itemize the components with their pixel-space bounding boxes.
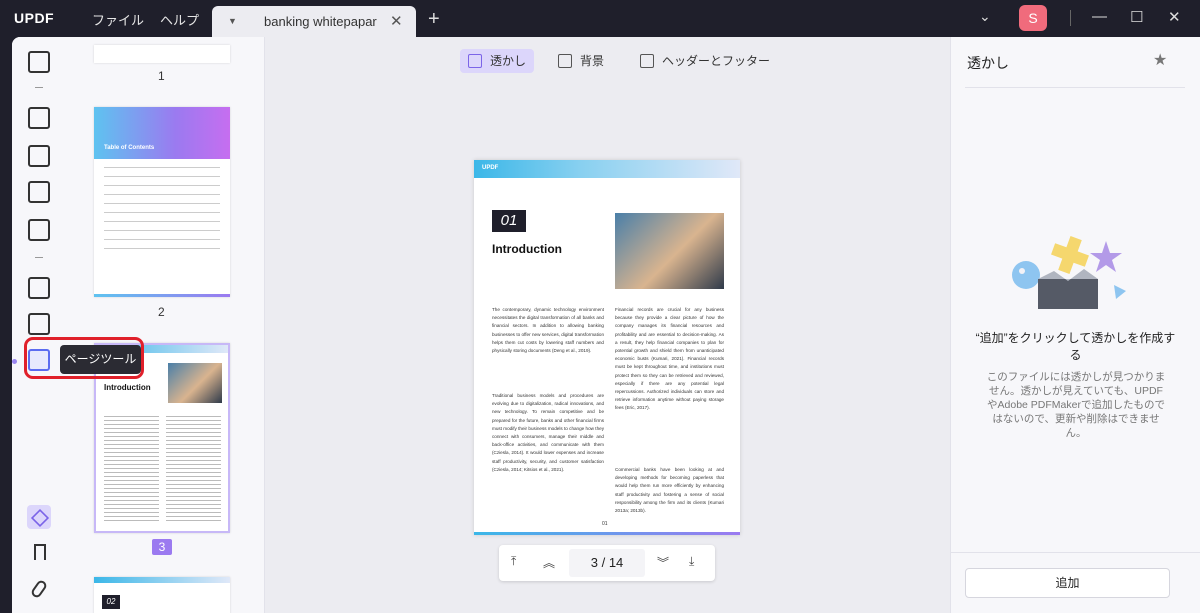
page-heading: Introduction <box>492 242 562 256</box>
toc-line <box>104 230 220 231</box>
thumbnail-panel: 1 Table of Contents 2 Introduction 3 02 <box>66 37 265 613</box>
avatar[interactable]: S <box>1019 5 1047 31</box>
background-tab-label: 背景 <box>580 54 605 68</box>
current-page: 3 <box>590 555 598 570</box>
empty-state-note: このファイルには透かしが見つかりません。透かしが見えていても、UPDFやAdob… <box>986 371 1166 439</box>
toc-line <box>104 212 220 213</box>
new-tab-icon[interactable]: + <box>428 8 440 31</box>
header-footer-tab-label: ヘッダーとフッター <box>662 54 771 68</box>
empty-watermark-illustration <box>1012 236 1126 309</box>
text-column-2a: Financial records are crucial for any bu… <box>615 307 724 411</box>
chevron-down-icon[interactable]: ⌄ <box>979 8 991 25</box>
header-footer-tab[interactable]: ヘッダーとフッター <box>640 49 770 73</box>
organize-icon[interactable] <box>28 277 50 299</box>
last-page-icon[interactable]: ⤓ <box>689 554 694 569</box>
minimize-icon[interactable]: — <box>1092 8 1107 25</box>
tab-title: banking whitepapar <box>264 14 377 29</box>
maximize-icon[interactable]: ☐ <box>1130 8 1143 26</box>
page-logo: UPDF <box>482 165 499 171</box>
watermark-tab[interactable]: 透かし <box>460 49 535 73</box>
thumbnail-text-column <box>166 413 221 523</box>
menu-help[interactable]: ヘルプ <box>160 10 199 29</box>
layers-icon[interactable] <box>27 505 51 529</box>
thumbnail-page-number-selected: 3 <box>152 539 172 555</box>
next-page-icon[interactable]: ︾ <box>657 554 669 571</box>
page-navigation: ⤒ ︽ 3 / 14 ︾ ⤓ <box>499 545 715 581</box>
tooltip: ページツール <box>60 345 141 374</box>
tab-close-icon[interactable]: ✕ <box>390 12 403 30</box>
thumbnail-footer-bar <box>94 294 230 297</box>
add-watermark-button[interactable]: 追加 <box>965 568 1170 598</box>
panel-divider <box>965 87 1185 88</box>
prev-page-icon[interactable]: ︽ <box>543 554 555 571</box>
close-window-icon[interactable]: ✕ <box>1168 8 1181 26</box>
attachment-icon[interactable] <box>29 578 49 600</box>
titlebar-divider <box>1070 10 1071 26</box>
thumbnail-toc-title: Table of Contents <box>104 145 155 151</box>
page-footer-number: 01 <box>602 521 608 527</box>
tab-dropdown-icon[interactable]: ▼ <box>228 16 237 26</box>
thumbnail-photo <box>168 363 222 403</box>
header-footer-icon <box>640 54 654 68</box>
toc-line <box>104 167 220 168</box>
text-column-1b: Traditional business models and procedur… <box>492 393 604 472</box>
sign-icon[interactable] <box>28 219 50 241</box>
highlighter-icon[interactable] <box>28 107 50 129</box>
toolbar-divider <box>35 257 43 258</box>
page-photo <box>615 213 724 289</box>
background-tab[interactable]: 背景 <box>558 49 604 73</box>
empty-state-message: “追加”をクリックして透かしを作成する <box>975 331 1176 362</box>
thumbnail-page-number: 1 <box>158 69 165 83</box>
bookmark-icon[interactable] <box>34 544 46 560</box>
watermark-panel: 透かし ★ “追加”をクリックして透かしを作成する このファイルには透かしが見つ… <box>950 37 1200 613</box>
app-logo: UPDF <box>14 10 55 26</box>
text-column-1a: The contemporary, dynamic technology env… <box>492 307 604 354</box>
toc-line <box>104 221 220 222</box>
panel-footer-divider <box>951 552 1200 553</box>
toolbar-divider <box>35 87 43 88</box>
toc-line <box>104 176 220 177</box>
watermark-icon <box>468 54 482 68</box>
thumbnail-page-number: 2 <box>158 305 165 319</box>
thumbnail-heading: Introduction <box>104 383 151 392</box>
star-icon[interactable]: ★ <box>1153 50 1167 70</box>
thumbnail-text-column <box>104 413 159 523</box>
edit-icon[interactable] <box>28 145 50 167</box>
watermark-tab-label: 透かし <box>490 54 527 68</box>
form-icon[interactable] <box>28 181 50 203</box>
page-thumbnail-1[interactable] <box>94 45 230 63</box>
toc-line <box>104 203 220 204</box>
section-number: 01 <box>492 210 526 232</box>
document-page[interactable]: UPDF 01 Introduction The contemporary, d… <box>474 160 740 535</box>
background-icon <box>558 54 572 68</box>
left-toolbar <box>12 37 66 613</box>
toc-line <box>104 185 220 186</box>
toc-line <box>104 194 220 195</box>
document-tab[interactable]: ▼ banking whitepapar ✕ <box>212 6 416 37</box>
page-header-band <box>474 160 740 178</box>
total-pages: 14 <box>608 555 624 570</box>
title-bar: UPDF ファイル ヘルプ ▼ banking whitepapar ✕ + ⌄… <box>0 0 1200 37</box>
thumbnail-section-number: 02 <box>102 595 120 609</box>
text-column-2b: Commercial banks have been looking at an… <box>615 467 724 514</box>
reader-icon[interactable] <box>28 51 50 73</box>
page-number-input[interactable]: 3 / 14 <box>569 549 645 577</box>
toc-line <box>104 239 220 240</box>
page-footer-bar <box>474 532 740 535</box>
toc-line <box>104 248 220 249</box>
page-separator: / <box>601 555 606 570</box>
panel-title: 透かし <box>967 55 1009 71</box>
app-body: 1 Table of Contents 2 Introduction 3 02 … <box>12 37 1200 613</box>
crop-icon[interactable] <box>28 313 50 335</box>
page-thumbnail-2[interactable]: Table of Contents <box>94 107 230 297</box>
page-thumbnail-4[interactable]: 02 <box>94 577 230 613</box>
active-indicator-dot <box>12 359 17 364</box>
first-page-icon[interactable]: ⤒ <box>511 554 516 569</box>
menu-file[interactable]: ファイル <box>92 10 144 29</box>
